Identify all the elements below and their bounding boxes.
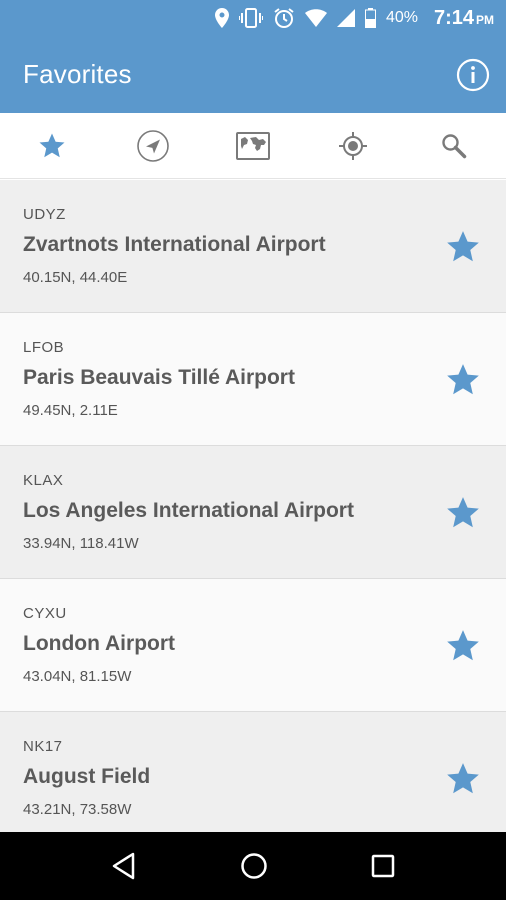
airport-name: Zvartnots International Airport: [23, 233, 326, 256]
signal-icon: [336, 9, 355, 27]
info-icon: [456, 58, 490, 91]
clock-suffix: PM: [476, 12, 494, 27]
airport-coords: 33.94N, 118.41W: [23, 535, 139, 552]
list-item[interactable]: NK17 August Field 43.21N, 73.58W: [0, 712, 506, 832]
favorite-star-icon[interactable]: [444, 361, 482, 399]
airport-coords: 43.21N, 73.58W: [23, 801, 132, 818]
airport-code: NK17: [23, 738, 63, 755]
list-item[interactable]: KLAX Los Angeles International Airport 3…: [0, 446, 506, 579]
vibrate-icon: [238, 8, 263, 28]
map-icon: [235, 131, 270, 160]
airport-name: Los Angeles International Airport: [23, 499, 354, 522]
favorite-star-icon[interactable]: [444, 627, 482, 665]
tab-location[interactable]: [323, 116, 383, 176]
airport-name: Paris Beauvais Tillé Airport: [23, 366, 295, 389]
alarm-icon: [273, 7, 295, 29]
list-item[interactable]: LFOB Paris Beauvais Tillé Airport 49.45N…: [0, 313, 506, 446]
list-item[interactable]: CYXU London Airport 43.04N, 81.15W: [0, 579, 506, 712]
tab-favorites[interactable]: [22, 116, 82, 176]
info-button[interactable]: [456, 58, 490, 92]
location-pin-icon: [214, 8, 229, 28]
location-target-icon: [339, 131, 368, 160]
search-icon: [442, 133, 466, 158]
back-icon[interactable]: [111, 852, 137, 880]
list-item[interactable]: UDYZ Zvartnots International Airport 40.…: [0, 180, 506, 313]
airport-code: CYXU: [23, 605, 67, 622]
star-icon: [39, 133, 65, 157]
airport-code: UDYZ: [23, 206, 66, 223]
favorite-star-icon[interactable]: [444, 494, 482, 532]
airport-code: KLAX: [23, 472, 64, 489]
airport-code: LFOB: [23, 339, 65, 356]
favorite-star-icon[interactable]: [444, 228, 482, 266]
clock-time: 7:14: [433, 6, 474, 29]
airport-name: London Airport: [23, 632, 176, 655]
battery-percent: 40%: [385, 9, 418, 26]
favorite-star-icon[interactable]: [444, 760, 482, 798]
wifi-icon: [304, 9, 327, 27]
tab-search[interactable]: [424, 116, 484, 176]
navigation-arrow-icon: [136, 129, 169, 162]
airport-name: August Field: [23, 765, 151, 788]
airport-coords: 49.45N, 2.11E: [23, 402, 118, 419]
status-bar: 40% 7:14 PM: [0, 0, 506, 36]
recents-icon[interactable]: [371, 854, 395, 878]
page-title: Favorites: [23, 59, 132, 89]
app-bar: Favorites: [0, 36, 506, 113]
home-icon[interactable]: [240, 852, 268, 880]
clock: 7:14 PM: [434, 7, 494, 30]
tab-navigation[interactable]: [123, 116, 183, 176]
airport-coords: 40.15N, 44.40E: [23, 269, 128, 286]
favorites-list: UDYZ Zvartnots International Airport 40.…: [0, 180, 506, 832]
battery-icon: [364, 8, 376, 28]
tab-map[interactable]: [223, 116, 283, 176]
system-nav-bar: [0, 832, 506, 900]
tab-bar: [0, 113, 506, 179]
airport-coords: 43.04N, 81.15W: [23, 668, 132, 685]
